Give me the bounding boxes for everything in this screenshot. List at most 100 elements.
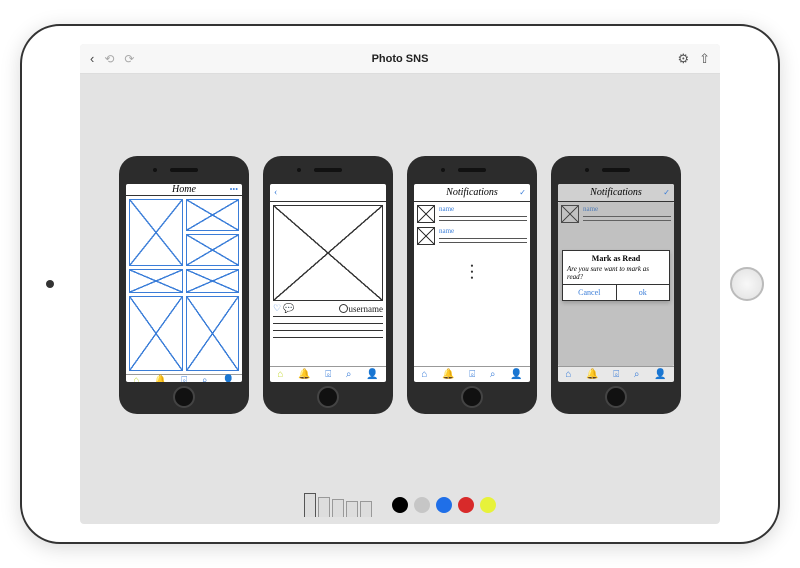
phone-home-button	[317, 386, 339, 408]
screen-title: Notifications	[446, 187, 498, 198]
ellipsis-dots: •••	[417, 263, 527, 281]
text-line	[439, 214, 527, 217]
detail-meta-row: ♡ 💬 username	[273, 301, 383, 317]
undo-button[interactable]: ⟲	[104, 52, 114, 66]
phone-mockup-home[interactable]: Home •••	[119, 156, 249, 414]
check-icon[interactable]: ✓	[663, 188, 670, 197]
tab-home-icon[interactable]: ⌂	[421, 369, 427, 380]
image-placeholder[interactable]	[129, 296, 183, 371]
redo-button[interactable]: ⟳	[124, 52, 134, 66]
share-icon[interactable]: ⇧	[699, 51, 710, 67]
text-line	[439, 218, 527, 221]
phone-home-button	[461, 386, 483, 408]
confirm-dialog: Mark as Read Are you sure want to mark a…	[562, 250, 670, 301]
swatch-grey[interactable]	[414, 497, 430, 513]
tab-search-icon[interactable]: ⌕	[346, 369, 352, 380]
app-toolbar: ‹ ⟲ ⟳ Photo SNS ⚙ ⇧	[80, 44, 720, 74]
cancel-button[interactable]: Cancel	[563, 285, 616, 300]
heart-icon[interactable]: ♡	[273, 303, 281, 313]
screen-header: Notifications ✓	[558, 184, 674, 202]
more-icon[interactable]: •••	[230, 185, 238, 194]
app-title: Photo SNS	[372, 53, 429, 65]
phone-home-button	[605, 386, 627, 408]
avatar-placeholder	[417, 227, 435, 245]
swatch-black[interactable]	[392, 497, 408, 513]
ruler-tool[interactable]	[360, 501, 372, 517]
phone-camera	[441, 168, 445, 172]
text-line	[273, 333, 383, 338]
image-placeholder-large[interactable]	[273, 205, 383, 301]
ok-button[interactable]: ok	[616, 285, 670, 300]
dialog-message: Are you sure want to mark as read?	[563, 264, 669, 284]
tab-camera-icon[interactable]: ⌻	[181, 375, 187, 382]
tab-home-icon[interactable]: ⌂	[133, 375, 139, 382]
phone-speaker	[602, 168, 630, 172]
tab-home-icon[interactable]: ⌂	[277, 369, 283, 380]
screen-title: Home	[172, 184, 196, 195]
image-placeholder[interactable]	[186, 234, 240, 266]
tab-camera-icon[interactable]: ⌻	[325, 369, 331, 380]
image-placeholder[interactable]	[186, 199, 240, 231]
screen-header: Notifications ✓	[414, 184, 530, 202]
tab-profile-icon[interactable]: 👤	[366, 369, 378, 380]
tab-search-icon[interactable]: ⌕	[634, 369, 640, 380]
pen-tool[interactable]	[304, 493, 316, 517]
ipad-camera	[46, 280, 54, 288]
pencil-tool[interactable]	[318, 497, 330, 517]
eraser-tool[interactable]	[346, 501, 358, 517]
phone-camera	[153, 168, 157, 172]
tab-search-icon[interactable]: ⌕	[202, 375, 208, 382]
phone-speaker	[170, 168, 198, 172]
text-line	[273, 326, 383, 331]
tab-bar: ⌂ 🔔 ⌻ ⌕ 👤	[414, 366, 530, 382]
tab-bar: ⌂ 🔔 ⌻ ⌕ 👤	[558, 366, 674, 382]
check-icon[interactable]: ✓	[519, 188, 526, 197]
notif-username: name	[439, 227, 527, 235]
notification-item[interactable]: name	[417, 205, 527, 223]
screen-header: ‹	[270, 184, 386, 202]
ipad-device-frame: ‹ ⟲ ⟳ Photo SNS ⚙ ⇧ Home •••	[20, 24, 780, 544]
text-line	[439, 236, 527, 239]
phone-mockup-detail[interactable]: ‹ ♡ 💬 username	[263, 156, 393, 414]
settings-icon[interactable]: ⚙	[677, 51, 689, 67]
tab-bell-icon[interactable]: 🔔	[442, 369, 454, 380]
text-line	[439, 240, 527, 243]
color-swatches	[392, 497, 496, 513]
tab-bell-icon[interactable]: 🔔	[154, 375, 166, 382]
back-button[interactable]: ‹	[90, 51, 94, 66]
bottom-tool-tray	[80, 486, 720, 524]
swatch-red[interactable]	[458, 497, 474, 513]
tab-camera-icon[interactable]: ⌻	[469, 369, 475, 380]
swatch-blue[interactable]	[436, 497, 452, 513]
image-placeholder[interactable]	[186, 296, 240, 371]
image-placeholder[interactable]	[129, 269, 183, 293]
tab-profile-icon[interactable]: 👤	[510, 369, 522, 380]
tab-search-icon[interactable]: ⌕	[490, 369, 496, 380]
phone-home-button	[173, 386, 195, 408]
marker-tool[interactable]	[332, 499, 344, 517]
phone-mockup-notifications[interactable]: Notifications ✓ name	[407, 156, 537, 414]
image-placeholder[interactable]	[186, 269, 240, 293]
notification-item[interactable]: name	[417, 227, 527, 245]
tab-camera-icon[interactable]: ⌻	[613, 369, 619, 380]
design-canvas[interactable]: Home •••	[80, 74, 720, 524]
swatch-yellow[interactable]	[480, 497, 496, 513]
tab-home-icon[interactable]: ⌂	[565, 369, 571, 380]
tab-profile-icon[interactable]: 👤	[222, 375, 234, 382]
tab-bell-icon[interactable]: 🔔	[298, 369, 310, 380]
phone-mockup-notifications-dialog[interactable]: Notifications ✓ name	[551, 156, 681, 414]
tab-profile-icon[interactable]: 👤	[654, 369, 666, 380]
comment-icon[interactable]: 💬	[283, 303, 294, 313]
tab-bar: ⌂ 🔔 ⌻ ⌕ 👤	[270, 366, 386, 382]
ipad-home-button[interactable]	[730, 267, 764, 301]
tab-bell-icon[interactable]: 🔔	[586, 369, 598, 380]
screen-header: Home •••	[126, 184, 242, 196]
back-icon[interactable]: ‹	[274, 187, 277, 198]
phone-speaker	[314, 168, 342, 172]
image-placeholder[interactable]	[129, 199, 183, 266]
screen-title: Notifications	[590, 187, 642, 198]
notif-username: name	[439, 205, 527, 213]
app-screen: ‹ ⟲ ⟳ Photo SNS ⚙ ⇧ Home •••	[80, 44, 720, 524]
phone-speaker	[458, 168, 486, 172]
username-label[interactable]: username	[339, 304, 383, 314]
